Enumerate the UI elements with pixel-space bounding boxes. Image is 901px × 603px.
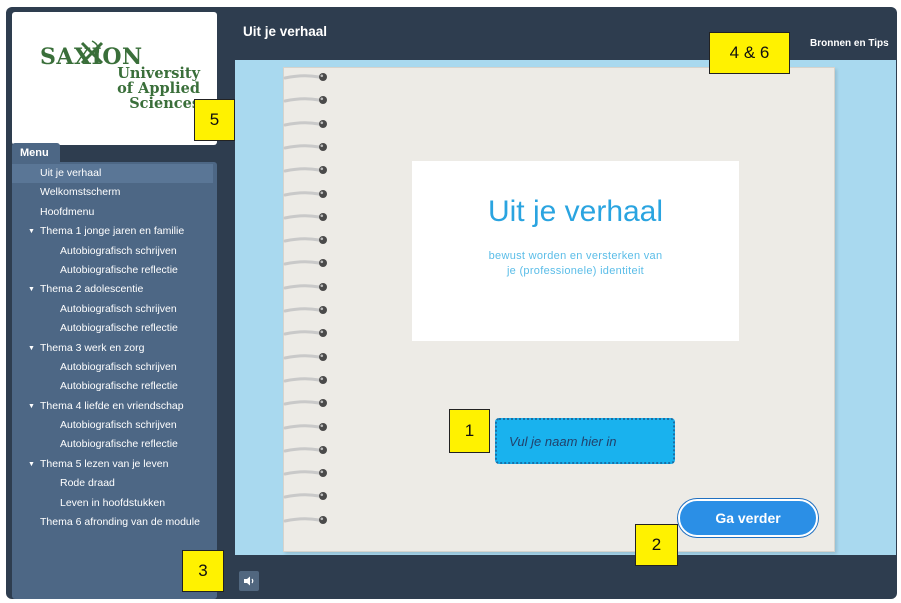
- menu-item-thema-3-schrijven[interactable]: Autobiografisch schrijven: [12, 358, 217, 377]
- menu-item-label: Autobiografische reflectie: [60, 380, 178, 393]
- logo-line-3: Sciences: [129, 95, 200, 112]
- menu-item-label: Autobiografisch schrijven: [60, 419, 177, 432]
- menu-item-thema-6[interactable]: Thema 6 afronding van de module: [12, 513, 217, 532]
- menu-item-label: Thema 2 adolescentie: [40, 283, 144, 296]
- spiral-ring-icon: [283, 492, 327, 501]
- callout-5: 5: [194, 99, 235, 141]
- spiral-ring-icon: [283, 282, 327, 291]
- menu-item-label: Thema 3 werk en zorg: [40, 341, 145, 354]
- triangle-down-icon: ▼: [28, 460, 35, 468]
- menu-item-label: Rode draad: [60, 477, 115, 490]
- card-title: Uit je verhaal: [487, 195, 664, 228]
- menu-item-thema-3[interactable]: ▼ Thema 3 werk en zorg: [12, 339, 217, 358]
- spiral-ring-icon: [283, 445, 327, 454]
- menu-item-label: Autobiografische reflectie: [60, 438, 178, 451]
- menu-item-thema-3-reflectie[interactable]: Autobiografische reflectie: [12, 377, 217, 396]
- title-card: Uit je verhaal bewust worden en versterk…: [412, 161, 739, 341]
- triangle-down-icon: ▼: [28, 228, 35, 236]
- menu-item-thema-5[interactable]: ▼ Thema 5 lezen van je leven: [12, 455, 217, 474]
- spiral-ring-icon: [283, 352, 327, 361]
- spiral-ring-icon: [283, 399, 327, 408]
- spiral-ring-icon: [283, 96, 327, 105]
- menu-item-label: Autobiografisch schrijven: [60, 302, 177, 315]
- triangle-down-icon: ▼: [28, 286, 35, 294]
- spiral-ring-icon: [283, 189, 327, 198]
- spiral-ring-icon: [283, 515, 327, 524]
- card-subtitle: bewust worden en versterken van je (prof…: [412, 249, 739, 279]
- callout-1: 1: [449, 409, 490, 453]
- menu-item-label: Thema 5 lezen van je leven: [40, 457, 169, 470]
- spiral-ring-icon: [283, 236, 327, 245]
- menu-item-label: Leven in hoofdstukken: [60, 496, 166, 509]
- menu-item-hoofdmenu[interactable]: Hoofdmenu: [12, 203, 217, 222]
- menu-item-thema-2-schrijven[interactable]: Autobiografisch schrijven: [12, 300, 217, 319]
- menu-tab[interactable]: Menu: [12, 143, 60, 163]
- spiral-ring-icon: [283, 329, 327, 338]
- spiral-ring-icon: [283, 422, 327, 431]
- spiral-ring-icon: [283, 306, 327, 314]
- logo-line-1: University: [117, 65, 200, 82]
- menu-item-leven-in-hoofdstukken[interactable]: Leven in hoofdstukken: [12, 494, 217, 513]
- triangle-down-icon: ▼: [28, 344, 35, 352]
- menu-item-label: Welkomstscherm: [40, 186, 121, 199]
- spiral-ring-icon: [283, 166, 327, 175]
- menu-item-thema-4-reflectie[interactable]: Autobiografische reflectie: [12, 435, 217, 454]
- menu-item-thema-1[interactable]: ▼ Thema 1 jonge jaren en familie: [12, 222, 217, 241]
- menu-item-label: Thema 6 afronding van de module: [40, 516, 200, 529]
- triangle-down-icon: ▼: [28, 402, 35, 410]
- menu-item-uit-je-verhaal[interactable]: Uit je verhaal: [12, 164, 213, 184]
- logo-x-mark-icon: [80, 40, 104, 65]
- menu-item-thema-4-schrijven[interactable]: Autobiografisch schrijven: [12, 416, 217, 435]
- continue-button[interactable]: Ga verder: [678, 499, 818, 537]
- callout-4-and-6: 4 & 6: [709, 32, 790, 74]
- menu-item-welkomstscherm[interactable]: Welkomstscherm: [12, 183, 217, 202]
- menu-item-label: Hoofdmenu: [40, 205, 95, 218]
- saxion-logo: SAXION University of Applied Sciences: [12, 12, 217, 145]
- menu-item-label: Autobiografisch schrijven: [60, 244, 177, 257]
- menu-item-thema-1-schrijven[interactable]: Autobiografisch schrijven: [12, 242, 217, 261]
- menu-item-thema-1-reflectie[interactable]: Autobiografische reflectie: [12, 261, 217, 280]
- speaker-icon: [244, 576, 254, 586]
- callout-3: 3: [182, 550, 224, 592]
- menu-panel: Uit je verhaal Welkomstscherm Hoofdmenu …: [12, 162, 217, 599]
- menu-item-thema-4[interactable]: ▼ Thema 4 liefde en vriendschap: [12, 397, 217, 416]
- menu-item-label: Autobiografisch schrijven: [60, 360, 177, 373]
- spiral-ring-icon: [283, 119, 327, 128]
- spiral-ring-icon: [283, 212, 327, 221]
- menu-item-label: Autobiografische reflectie: [60, 263, 178, 276]
- callout-2: 2: [635, 524, 678, 566]
- menu-item-label: Thema 4 liefde en vriendschap: [40, 399, 184, 412]
- menu-item-thema-2[interactable]: ▼ Thema 2 adolescentie: [12, 280, 217, 299]
- name-input[interactable]: [495, 418, 675, 464]
- spiral-ring-icon: [283, 73, 327, 81]
- spiral-ring-icon: [283, 142, 327, 151]
- card-subtitle-line-1: bewust worden en versterken van: [488, 250, 663, 262]
- menu-item-label: Uit je verhaal: [40, 167, 102, 179]
- spiral-ring-icon: [283, 259, 327, 268]
- page-title: Uit je verhaal: [243, 24, 328, 39]
- audio-toggle-button[interactable]: [239, 571, 259, 591]
- menu-item-label: Autobiografische reflectie: [60, 322, 178, 335]
- card-subtitle-line-2: je (professionele) identiteit: [506, 265, 645, 277]
- logo-line-2: of Applied: [117, 80, 200, 97]
- spiral-ring-icon: [283, 469, 327, 478]
- menu-item-thema-2-reflectie[interactable]: Autobiografische reflectie: [12, 319, 217, 338]
- resources-link[interactable]: Bronnen en Tips: [810, 38, 889, 49]
- spiral-ring-icon: [283, 375, 327, 384]
- menu-item-label: Thema 1 jonge jaren en familie: [40, 225, 185, 238]
- menu-item-rode-draad[interactable]: Rode draad: [12, 474, 217, 493]
